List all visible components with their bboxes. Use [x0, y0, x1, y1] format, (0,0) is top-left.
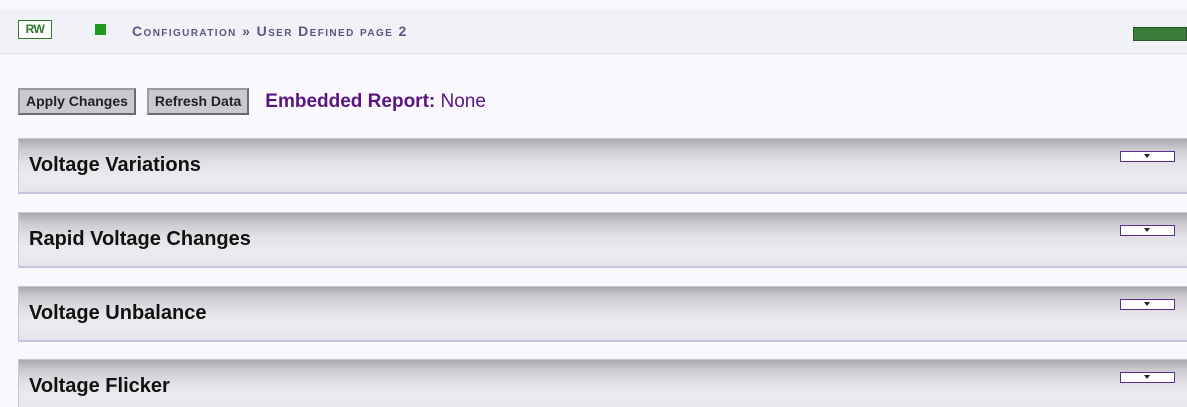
panel-toggle-button[interactable] — [1120, 225, 1175, 236]
chevron-down-icon — [1144, 375, 1150, 379]
embedded-report: Embedded Report: None — [265, 88, 486, 115]
panel-voltage-unbalance[interactable]: Voltage Unbalance — [18, 286, 1187, 342]
toolbar: Apply Changes Refresh Data Embedded Repo… — [18, 87, 486, 115]
breadcrumb-page: User Defined page 2 — [256, 23, 408, 39]
chevron-down-icon — [1144, 302, 1150, 306]
apply-changes-button[interactable]: Apply Changes — [18, 87, 136, 115]
panel-toggle-button[interactable] — [1120, 299, 1175, 310]
panel-title: Voltage Unbalance — [29, 302, 207, 324]
panel-toggle-button[interactable] — [1120, 151, 1175, 162]
panel-toggle-button[interactable] — [1120, 372, 1175, 383]
panel-title: Voltage Variations — [29, 154, 201, 176]
embedded-report-value: None — [440, 90, 486, 112]
breadcrumb: Configuration » User Defined page 2 — [132, 20, 408, 42]
panel-title: Voltage Flicker — [29, 375, 170, 397]
panel-voltage-variations[interactable]: Voltage Variations — [18, 138, 1187, 194]
rw-badge: RW — [18, 20, 52, 39]
page: RW Configuration » User Defined page 2 A… — [0, 0, 1187, 407]
embedded-report-label: Embedded Report: — [265, 90, 436, 112]
status-indicator — [1133, 27, 1187, 41]
chevron-down-icon — [1144, 228, 1150, 232]
panel-title: Rapid Voltage Changes — [29, 228, 251, 250]
breadcrumb-section[interactable]: Configuration — [132, 23, 237, 39]
page-header: RW Configuration » User Defined page 2 — [0, 9, 1187, 54]
breadcrumb-separator: » — [236, 23, 257, 39]
chevron-down-icon — [1144, 154, 1150, 158]
panel-voltage-flicker[interactable]: Voltage Flicker — [18, 359, 1187, 407]
status-square-icon — [95, 24, 106, 35]
panel-rapid-voltage-changes[interactable]: Rapid Voltage Changes — [18, 212, 1187, 268]
refresh-data-button[interactable]: Refresh Data — [146, 87, 250, 115]
